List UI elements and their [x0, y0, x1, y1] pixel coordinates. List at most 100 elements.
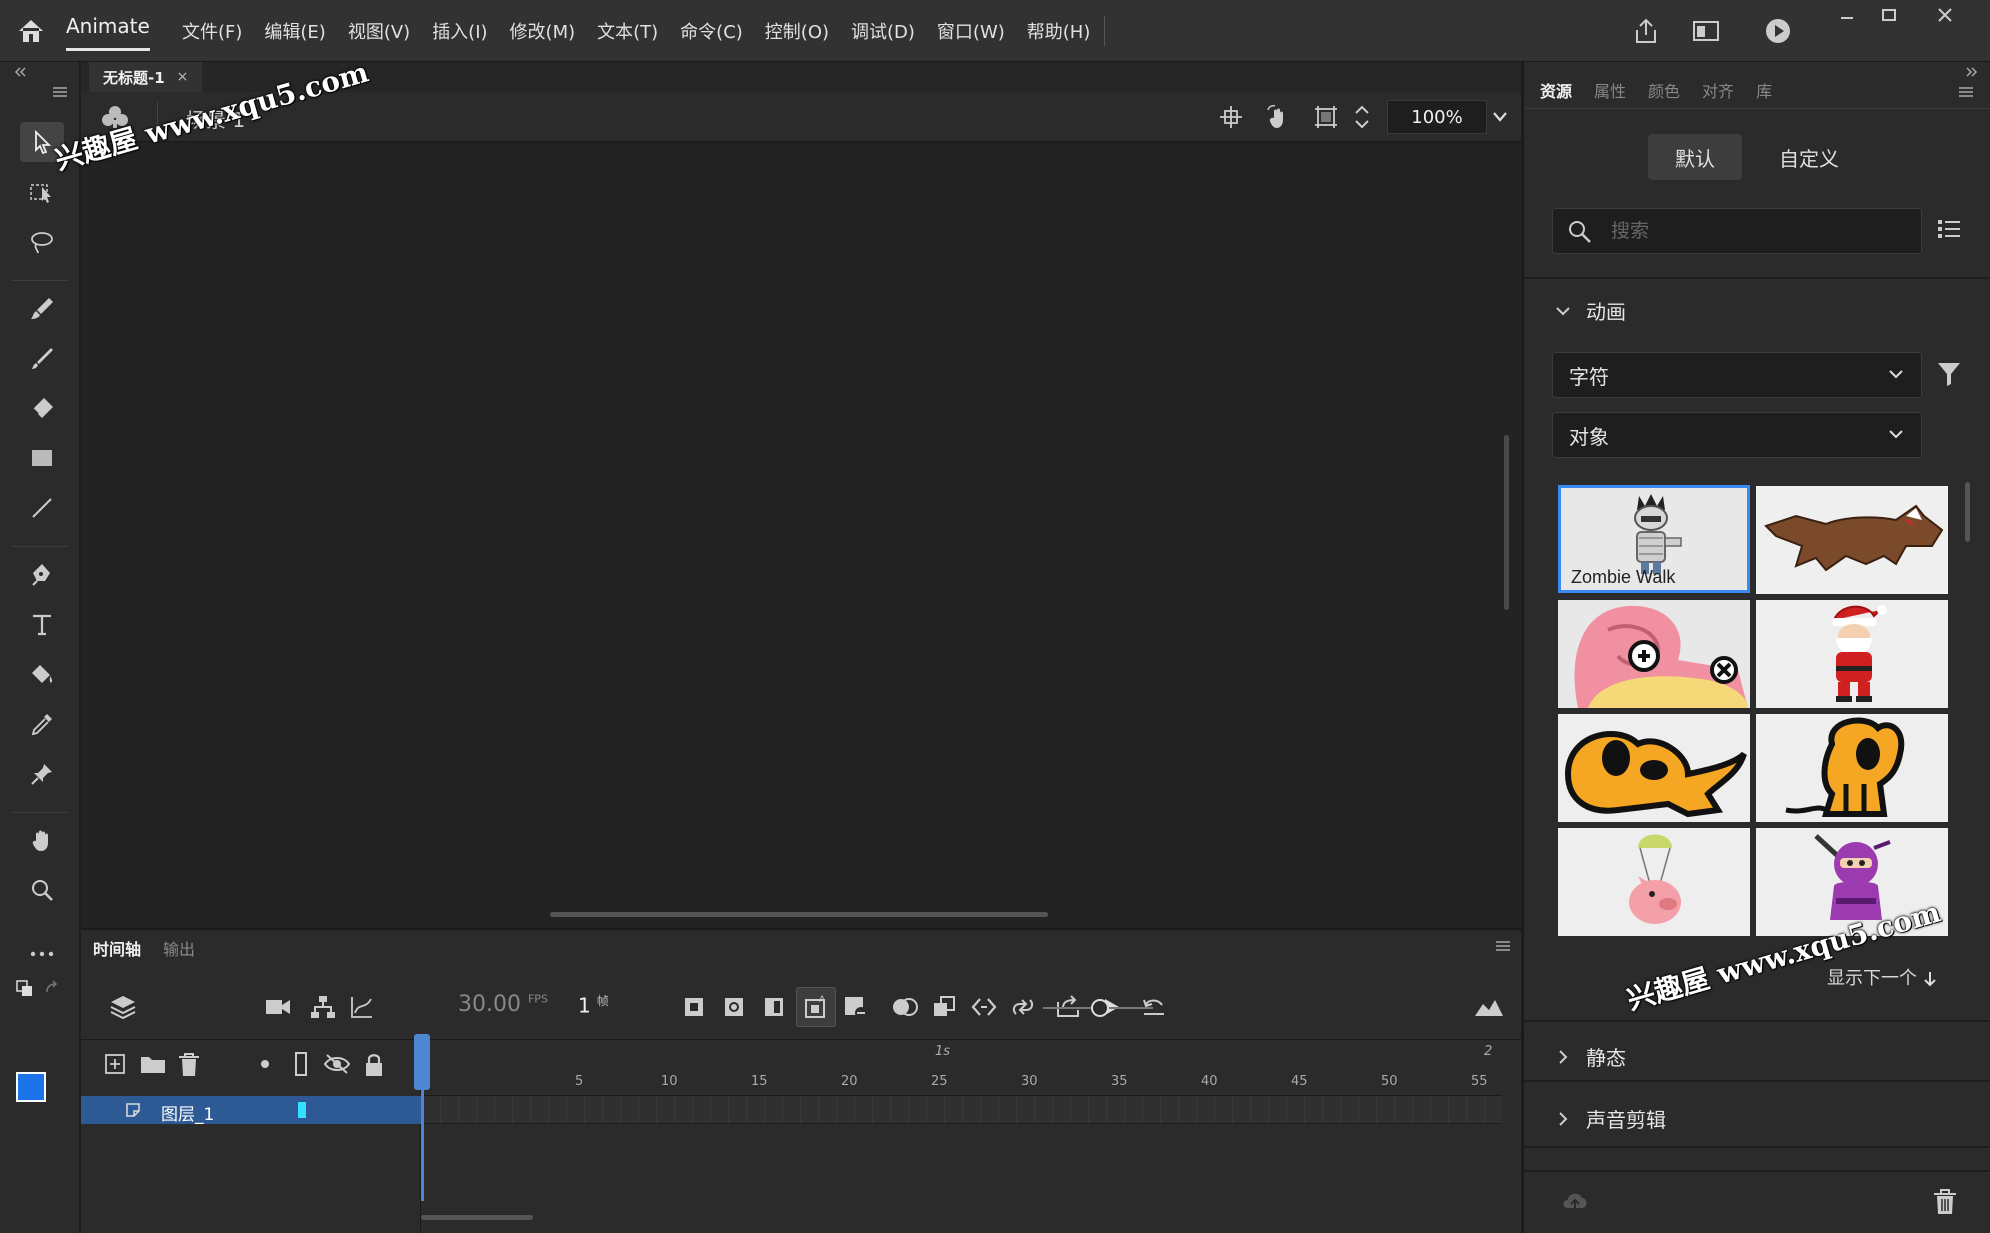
- menu-insert[interactable]: 插入(I): [432, 18, 487, 44]
- tools-menu-icon[interactable]: [52, 86, 68, 98]
- document-tab[interactable]: 无标题-1 ×: [89, 62, 203, 92]
- pin-tool-icon[interactable]: [20, 754, 64, 794]
- section-static-header[interactable]: 静态: [1552, 1042, 1626, 1071]
- more-tools-icon[interactable]: [20, 934, 64, 974]
- list-view-icon[interactable]: [1936, 216, 1962, 242]
- classic-tween-icon[interactable]: [967, 990, 1001, 1024]
- menu-text[interactable]: 文本(T): [597, 18, 658, 44]
- lock-layer-icon[interactable]: [363, 1052, 385, 1078]
- brush-tool-icon[interactable]: [20, 338, 64, 378]
- layer-frame-row[interactable]: [422, 1096, 1502, 1124]
- zoom-dropdown-icon[interactable]: [1491, 110, 1509, 124]
- camera-icon[interactable]: [261, 990, 295, 1024]
- type-dropdown[interactable]: 对象: [1552, 412, 1922, 458]
- swap-colors-icon[interactable]: [44, 980, 62, 998]
- filter-icon[interactable]: [1936, 360, 1962, 388]
- zoom-tool-icon[interactable]: [20, 870, 64, 910]
- stage-canvas[interactable]: [81, 143, 1521, 928]
- new-layer-icon[interactable]: [103, 1052, 127, 1076]
- stage-vertical-scrollbar[interactable]: [1504, 435, 1509, 610]
- asset-thumbnail-zombie-walk[interactable]: Zombie Walk: [1558, 485, 1750, 593]
- close-icon[interactable]: [1924, 0, 1966, 30]
- tab-color[interactable]: 颜色: [1648, 78, 1680, 102]
- eraser-tool-icon[interactable]: [20, 388, 64, 428]
- zoom-stepper-icon[interactable]: [1353, 102, 1371, 132]
- layers-icon[interactable]: [106, 990, 140, 1024]
- asset-thumbnail-wolf[interactable]: [1756, 486, 1948, 594]
- menu-commands[interactable]: 命令(C): [680, 18, 743, 44]
- paint-brush-tool-icon[interactable]: [20, 288, 64, 328]
- motion-tween-icon[interactable]: [1006, 990, 1040, 1024]
- menu-view[interactable]: 视图(V): [348, 18, 410, 44]
- menu-help[interactable]: 帮助(H): [1027, 18, 1091, 44]
- line-tool-icon[interactable]: [20, 488, 64, 528]
- pen-tool-icon[interactable]: [20, 554, 64, 594]
- collapse-arrows-icon[interactable]: [12, 66, 28, 78]
- asset-thumbnail-snail[interactable]: [1558, 600, 1750, 708]
- home-icon[interactable]: [14, 14, 48, 48]
- layer-parenting-icon[interactable]: [306, 990, 340, 1024]
- hide-layer-icon[interactable]: [323, 1052, 351, 1076]
- current-frame[interactable]: 1帧: [578, 992, 609, 1018]
- share-icon[interactable]: [1626, 12, 1666, 50]
- layer-color-marker[interactable]: [298, 1102, 306, 1118]
- subselection-tool-icon[interactable]: [20, 172, 64, 212]
- trash-icon[interactable]: [1932, 1188, 1958, 1216]
- delete-layer-icon[interactable]: [177, 1052, 201, 1078]
- graph-editor-icon[interactable]: [345, 990, 379, 1024]
- fill-color-swatch[interactable]: [16, 1072, 46, 1102]
- asset-thumbnail-santa[interactable]: [1756, 600, 1948, 708]
- highlight-layer-icon[interactable]: [261, 1060, 269, 1068]
- timeline-menu-icon[interactable]: [1495, 940, 1511, 952]
- rectangle-tool-icon[interactable]: [20, 438, 64, 478]
- paint-bucket-tool-icon[interactable]: [20, 654, 64, 694]
- lasso-tool-icon[interactable]: [20, 222, 64, 262]
- default-colors-icon[interactable]: [16, 980, 34, 998]
- menu-edit[interactable]: 编辑(E): [264, 18, 325, 44]
- tab-close-icon[interactable]: ×: [177, 69, 189, 85]
- minimize-icon[interactable]: [1826, 0, 1868, 30]
- layer-name[interactable]: 图层_1: [161, 1100, 214, 1125]
- text-tool-icon[interactable]: [20, 604, 64, 644]
- section-sound-header[interactable]: 声音剪辑: [1552, 1104, 1666, 1133]
- frames-area[interactable]: 1s 2 5 10 15 20 25 30 35 40 45 50 55 6: [422, 1040, 1574, 1233]
- menu-control[interactable]: 控制(O): [765, 18, 829, 44]
- asset-thumbnail-dog-lying[interactable]: [1558, 714, 1750, 822]
- tab-properties[interactable]: 属性: [1594, 78, 1626, 102]
- segment-custom[interactable]: 自定义: [1762, 134, 1856, 180]
- insert-frame-icon[interactable]: [757, 990, 791, 1024]
- auto-keyframe-icon[interactable]: A: [796, 987, 836, 1027]
- menu-debug[interactable]: 调试(D): [851, 18, 915, 44]
- test-movie-icon[interactable]: [1758, 12, 1798, 50]
- onion-skin-icon[interactable]: [888, 990, 922, 1024]
- category-dropdown[interactable]: 字符: [1552, 352, 1922, 398]
- panel-menu-icon[interactable]: [1958, 86, 1974, 98]
- menu-window[interactable]: 窗口(W): [937, 18, 1005, 44]
- playhead[interactable]: [421, 1036, 424, 1201]
- insert-keyframe-icon[interactable]: [677, 990, 711, 1024]
- tab-timeline[interactable]: 时间轴: [93, 936, 141, 960]
- rotate-stage-icon[interactable]: [1265, 104, 1293, 130]
- new-folder-icon[interactable]: [139, 1052, 167, 1076]
- stage-horizontal-scrollbar[interactable]: [550, 912, 1048, 917]
- menu-file[interactable]: 文件(F): [182, 18, 242, 44]
- timeline-ruler[interactable]: 1s 2 5 10 15 20 25 30 35 40 45 50 55 6: [422, 1040, 1574, 1096]
- show-next-button[interactable]: 显示下一个: [1827, 964, 1937, 990]
- tab-align[interactable]: 对齐: [1702, 78, 1734, 102]
- panel-collapse-icon[interactable]: [1964, 66, 1980, 78]
- search-input[interactable]: [1611, 217, 1911, 245]
- workspace-icon[interactable]: [1686, 12, 1726, 50]
- center-stage-icon[interactable]: [1218, 104, 1244, 130]
- assets-scrollbar[interactable]: [1965, 482, 1970, 542]
- maximize-icon[interactable]: [1868, 0, 1910, 30]
- edit-multiple-frames-icon[interactable]: [927, 990, 961, 1024]
- insert-blank-keyframe-icon[interactable]: [717, 990, 751, 1024]
- fps-value[interactable]: 30.00 FPS: [458, 992, 548, 1017]
- tab-output[interactable]: 输出: [163, 936, 195, 960]
- delete-keyframe-icon[interactable]: [838, 990, 872, 1024]
- eyedropper-tool-icon[interactable]: [20, 704, 64, 744]
- outline-layer-icon[interactable]: [295, 1052, 307, 1076]
- zoom-level[interactable]: 100%: [1387, 100, 1487, 134]
- asset-thumbnail-pig[interactable]: [1558, 828, 1750, 936]
- section-animation-header[interactable]: 动画: [1552, 296, 1626, 325]
